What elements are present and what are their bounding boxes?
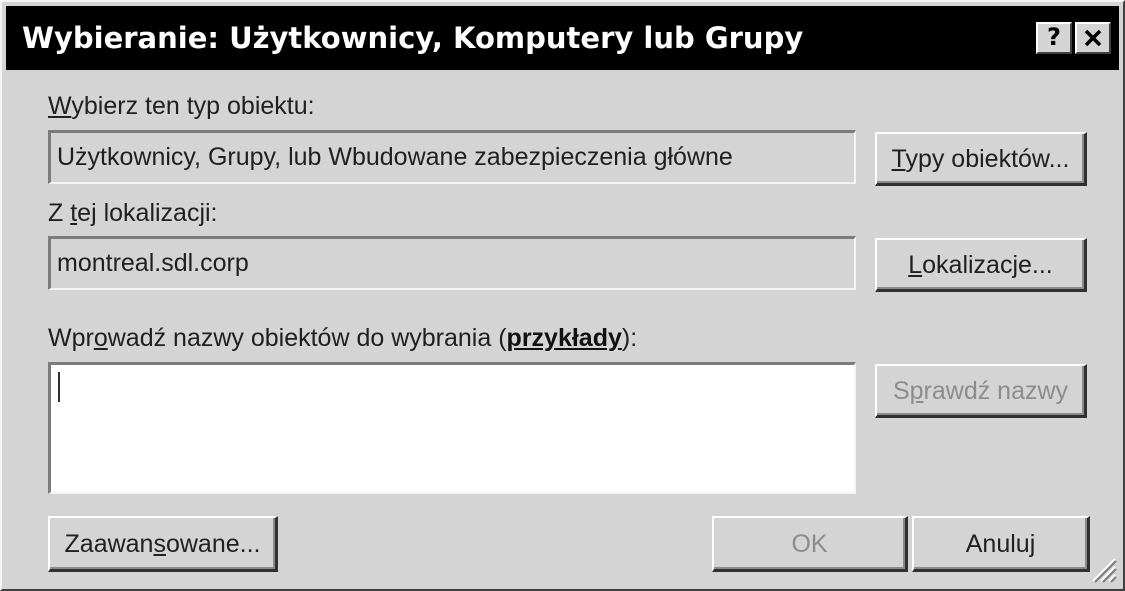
object-types-button-label: ypy obiektów... bbox=[905, 145, 1070, 173]
check-names-accesskey: p bbox=[909, 377, 924, 405]
object-names-label-post: wadź nazwy obiektów do wybrania ( bbox=[107, 324, 507, 352]
check-names-label-post: rawdź nazwy bbox=[923, 377, 1069, 405]
object-type-label-post: ybierz ten typ obiektu: bbox=[71, 92, 315, 120]
locations-button-label: okalizacje... bbox=[922, 251, 1053, 279]
advanced-accesskey: s bbox=[153, 530, 166, 558]
text-cursor bbox=[58, 372, 60, 402]
object-type-label: Wybierz ten typ obiektu: bbox=[48, 92, 315, 121]
examples-link[interactable]: przykłady bbox=[507, 324, 622, 352]
cancel-button[interactable]: Anuluj bbox=[912, 516, 1090, 572]
locations-accesskey: L bbox=[908, 251, 923, 279]
resize-grip-icon[interactable] bbox=[1087, 553, 1117, 583]
object-names-label: Wprowadź nazwy obiektów do wybrania (prz… bbox=[48, 324, 637, 353]
object-names-label-pre: Wpr bbox=[48, 324, 94, 352]
location-label: Z tej lokalizacji: bbox=[48, 199, 218, 228]
help-button[interactable]: ? bbox=[1036, 22, 1072, 54]
check-names-label-pre: S bbox=[892, 377, 910, 405]
object-types-accesskey: T bbox=[891, 145, 906, 173]
locations-button[interactable]: Lokalizacje... bbox=[875, 238, 1087, 292]
location-field: montreal.sdl.corp bbox=[48, 236, 856, 290]
close-button[interactable] bbox=[1075, 22, 1111, 54]
dialog-title: Wybieranie: Użytkownicy, Komputery lub G… bbox=[22, 21, 804, 55]
title-bar[interactable]: Wybieranie: Użytkownicy, Komputery lub G… bbox=[6, 6, 1119, 70]
advanced-button[interactable]: Zaawansowane... bbox=[48, 516, 278, 572]
object-names-label-end: ): bbox=[621, 324, 638, 352]
object-names-input[interactable] bbox=[48, 362, 856, 494]
object-names-label-accesskey: o bbox=[93, 324, 108, 352]
object-type-label-accesskey: W bbox=[48, 92, 72, 120]
check-names-button[interactable]: Sprawdź nazwy bbox=[875, 364, 1087, 418]
location-label-post: ej lokalizacji: bbox=[77, 199, 218, 227]
advanced-label-pre: Zaawan bbox=[64, 530, 154, 558]
object-types-button[interactable]: Typy obiektów... bbox=[875, 132, 1087, 186]
advanced-label-post: owane... bbox=[165, 530, 261, 558]
object-type-field: Użytkownicy, Grupy, lub Wbudowane zabezp… bbox=[48, 130, 856, 184]
close-icon bbox=[1084, 29, 1102, 47]
select-users-dialog: Wybieranie: Użytkownicy, Komputery lub G… bbox=[0, 0, 1125, 591]
location-label-pre: Z bbox=[48, 199, 71, 227]
ok-button[interactable]: OK bbox=[712, 516, 908, 572]
